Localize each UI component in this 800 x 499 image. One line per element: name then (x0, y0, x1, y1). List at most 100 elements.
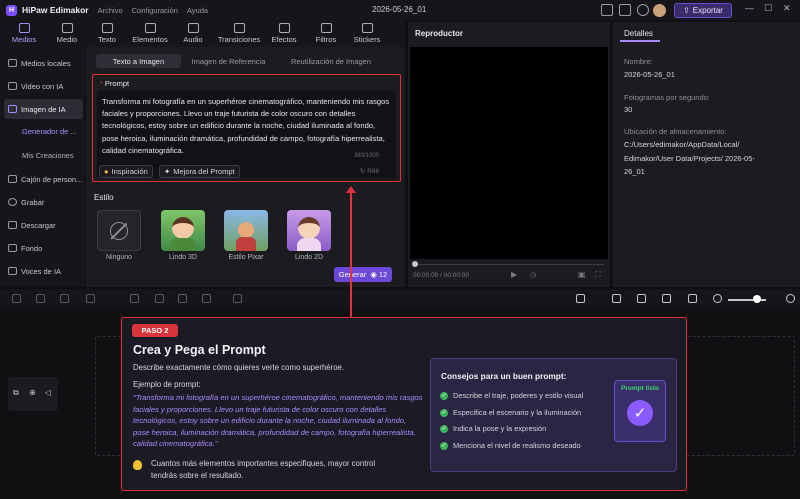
zoom-slider-knob[interactable] (753, 295, 761, 303)
tool-efectos[interactable]: Efectos (262, 20, 306, 47)
sidebar-item-medios-locales[interactable]: Medios locales (4, 53, 83, 73)
maximize-icon[interactable]: ☐ (764, 3, 772, 14)
marker-icon[interactable] (662, 294, 671, 303)
crop-icon[interactable] (130, 294, 139, 303)
keyboard-icon[interactable] (601, 4, 613, 16)
style-card-lindo-3d[interactable] (161, 210, 205, 251)
settings-icon[interactable] (637, 4, 649, 16)
style-card-lindo-2d[interactable] (287, 210, 331, 251)
player-progress-knob[interactable] (412, 261, 418, 267)
check-icon: ✓ (440, 391, 448, 400)
player-progress-track[interactable] (414, 264, 604, 265)
details-tab[interactable]: Detalles (624, 29, 653, 38)
details-tab-indicator (620, 40, 660, 42)
tab-texto-imagen[interactable]: Texto a Imagen (96, 54, 181, 68)
menu-configuracion[interactable]: Configuración (132, 6, 178, 15)
tool-stickers[interactable]: Stickers (345, 20, 389, 47)
box-icon (8, 175, 17, 183)
tool-elementos[interactable]: Elementos (128, 20, 172, 47)
export-label: Exportar (692, 6, 723, 15)
sidebar-item-descargar[interactable]: Descargar (4, 215, 83, 235)
close-icon[interactable]: ✕ (783, 3, 791, 14)
sidebar-item-voces[interactable]: Voces de IA (4, 261, 83, 281)
tab-imagen-referencia[interactable]: Imagen de Referencia (181, 54, 276, 68)
magic-icon: ✦ (164, 167, 171, 176)
delete-icon[interactable] (60, 294, 69, 303)
player-screen[interactable] (410, 47, 608, 259)
mirror-icon[interactable] (178, 294, 187, 303)
tab-reutilizacion[interactable]: Reutilización de Imagen (276, 54, 386, 68)
track-lock-icon[interactable]: ⊕ (29, 388, 36, 397)
split-icon[interactable] (86, 294, 95, 303)
zoom-in-icon[interactable] (786, 294, 795, 303)
character-pixar-icon (238, 222, 254, 238)
sidebar-sub-generador[interactable]: Generador de ... (22, 127, 77, 136)
check-icon: ✓ (440, 424, 448, 433)
style-card-ninguno[interactable] (97, 210, 141, 251)
seed-value[interactable]: ↻ R86 (360, 167, 379, 175)
redo-icon[interactable] (36, 294, 45, 303)
menu-ayuda[interactable]: Ayuda (187, 6, 208, 15)
sidebar-item-cajon[interactable]: Cajón de person... (4, 169, 83, 189)
freeze-icon[interactable] (155, 294, 164, 303)
avatar[interactable] (653, 4, 666, 17)
menu-archivo[interactable]: Archivo (98, 6, 123, 15)
tool-audio[interactable]: Audio (171, 20, 215, 47)
voice-icon (8, 267, 17, 275)
style-name-ninguno: Ninguno (105, 254, 133, 261)
prompt-ready-label: Prompt listo (621, 385, 659, 392)
zoom-out-icon[interactable] (713, 294, 722, 303)
undo-icon[interactable] (12, 294, 21, 303)
fit-icon[interactable] (688, 294, 697, 303)
transitions-icon (233, 23, 245, 33)
prompt-text[interactable]: Transforma mi fotografía en un superhéro… (102, 96, 390, 157)
play-icon[interactable]: ▶ (511, 270, 517, 279)
app-logo-icon: H (6, 4, 17, 16)
export-icon: ⇪ (683, 6, 690, 15)
bulb-icon: ● (104, 167, 109, 176)
check-icon: ✓ (440, 441, 448, 450)
speed-tool-icon[interactable] (202, 294, 211, 303)
sidebar-item-imagen-ia[interactable]: Imagen de IA (4, 99, 83, 119)
sidebar-item-fondo[interactable]: Fondo (4, 238, 83, 258)
callout-arrow-head (346, 186, 356, 193)
generar-button[interactable]: Generar ◉ 12 (334, 267, 392, 282)
mejora-prompt-button[interactable]: ✦ Mejora del Prompt (159, 165, 240, 178)
minimize-icon[interactable]: — (745, 3, 754, 13)
text-icon (101, 23, 113, 33)
mic-icon[interactable] (576, 294, 585, 303)
export-button[interactable]: ⇪ Exportar (674, 3, 732, 18)
project-title: 2026-05-26_01 (372, 5, 427, 14)
credit-icon: ◉ (370, 270, 377, 279)
style-card-pixar[interactable] (224, 210, 268, 251)
record-tool-icon[interactable] (233, 294, 242, 303)
player-time: 00:00:00 / 00:00:00 (413, 272, 470, 279)
video-ai-icon (8, 82, 17, 90)
audio-medio-icon (61, 23, 73, 33)
image-ai-icon (8, 105, 17, 113)
track-audio-icon[interactable]: ◁ (45, 388, 51, 397)
snapshot-icon[interactable]: ▣ (578, 270, 586, 279)
magnet-icon[interactable] (637, 294, 646, 303)
sidebar-item-grabar[interactable]: Grabar (4, 192, 83, 212)
tool-medios[interactable]: Medios (2, 20, 46, 47)
sidebar-item-video-ia[interactable]: Video con IA (4, 76, 83, 96)
speed-icon[interactable]: ◷ (530, 271, 536, 279)
tool-medio[interactable]: Medio (45, 20, 89, 47)
fullscreen-icon[interactable]: ⛶ (595, 270, 601, 280)
character-2d-icon (298, 217, 320, 239)
tool-filtros[interactable]: Filtros (304, 20, 348, 47)
sidebar-sub-mis-creaciones[interactable]: Mis Creaciones (22, 151, 74, 160)
inspiracion-button[interactable]: ● Inspiración (99, 165, 153, 178)
message-icon[interactable] (619, 4, 631, 16)
background-icon (8, 244, 17, 252)
tutorial-description: Describe exactamente cómo quieres verte … (133, 363, 345, 372)
tool-texto[interactable]: Texto (85, 20, 129, 47)
tool-transiciones[interactable]: Transiciones (217, 20, 261, 47)
record-icon (8, 198, 17, 206)
prompt-label: * Prompt (100, 79, 130, 88)
link-icon[interactable] (612, 294, 621, 303)
character-3d-icon (172, 217, 194, 239)
track-clip-icon[interactable]: ⧉ (13, 388, 19, 398)
detail-name-label: Nombre: (624, 57, 653, 66)
